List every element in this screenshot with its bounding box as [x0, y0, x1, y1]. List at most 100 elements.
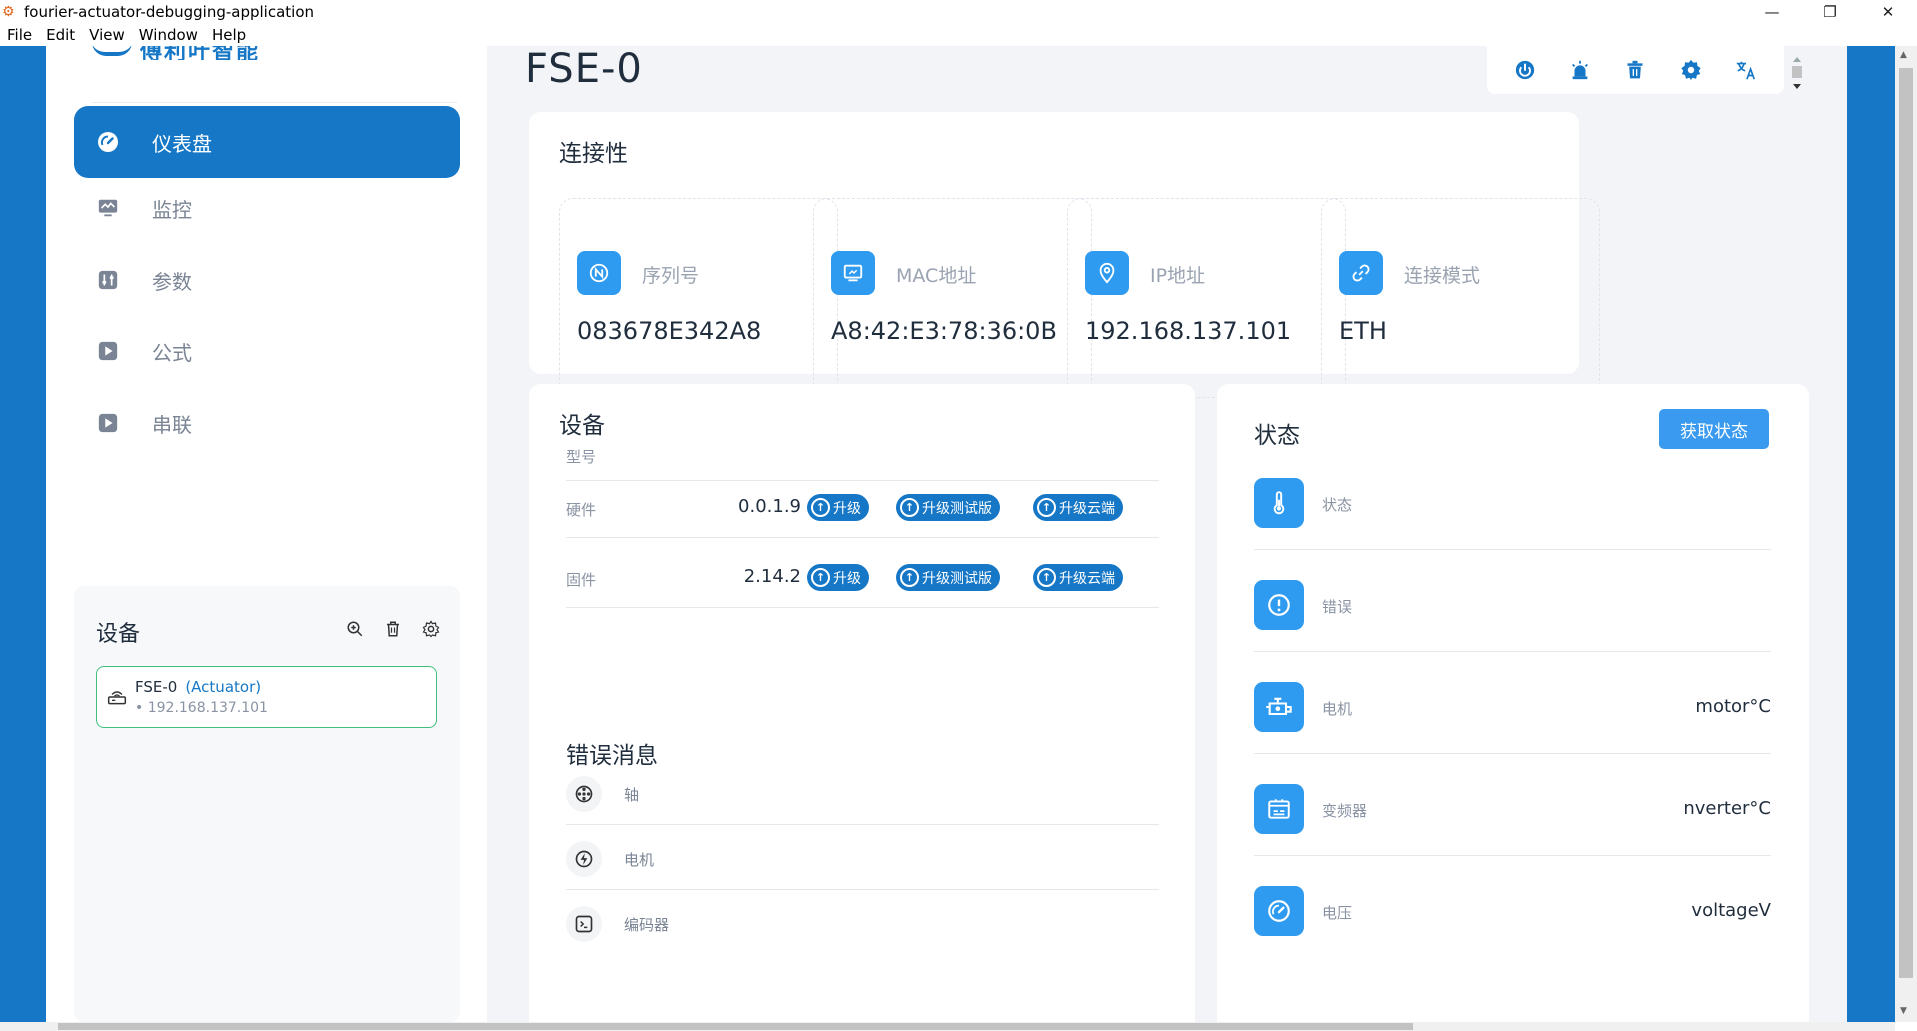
play-icon	[94, 409, 122, 437]
trash-icon[interactable]	[382, 618, 404, 640]
menu-edit[interactable]: Edit	[39, 26, 82, 44]
gauge-icon	[1254, 886, 1304, 936]
divider	[566, 537, 1159, 538]
error-item-encoder[interactable]: 编码器	[566, 904, 669, 944]
error-item-label: 电机	[624, 850, 655, 869]
scroll-up-icon[interactable]: ▲	[1900, 50, 1907, 60]
restore-button[interactable]: ❐	[1801, 0, 1859, 24]
sidebar-item-label: 串联	[152, 412, 192, 437]
device-card: 设备 型号 硬件 0.0.1.9 ↑ 升级 ↑ 升级测试版 ↑ 升级云端 固件 2.1…	[529, 384, 1195, 1022]
zoom-search-icon[interactable]	[344, 618, 366, 640]
model-label: 型号	[566, 448, 597, 466]
connection-mode-box: 连接模式 ETH	[1321, 198, 1600, 398]
device-list-item[interactable]: FSE-0 (Actuator) • 192.168.137.101	[96, 666, 437, 728]
devices-panel: 设备 FSE-0 (Actuator) • 192.168.137.101	[74, 586, 460, 1022]
serial-icon	[577, 251, 621, 295]
status-value: voltageV	[1691, 900, 1771, 921]
sidebar-divider	[92, 102, 457, 103]
minimize-button[interactable]: —	[1743, 0, 1801, 24]
sidebar-item-monitor[interactable]: 监控	[74, 172, 460, 244]
sidebar-item-series[interactable]: 串联	[74, 387, 460, 459]
scrollbar-thumb[interactable]	[58, 1023, 1413, 1030]
gear-icon[interactable]	[420, 618, 442, 640]
upload-arrow-icon: ↑	[1037, 498, 1056, 517]
firmware-version: 2.14.2	[743, 566, 801, 587]
router-icon	[107, 687, 129, 709]
toolbar-scrollbar[interactable]	[1790, 54, 1804, 94]
serial-number-box: 序列号 083678E342A8	[559, 198, 838, 398]
fetch-status-button[interactable]: 获取状态	[1659, 409, 1769, 449]
status-row-motor: 电机 motor°C	[1254, 672, 1771, 754]
error-item-label: 轴	[624, 785, 640, 804]
mac-address-label: MAC地址	[896, 265, 977, 287]
menu-file[interactable]: File	[0, 26, 39, 44]
divider	[1254, 855, 1771, 856]
ip-address-label: IP地址	[1150, 265, 1206, 287]
firmware-label: 固件	[566, 571, 597, 589]
sidebar-item-parameters[interactable]: 参数	[74, 244, 460, 316]
status-row-error: 错误	[1254, 570, 1771, 652]
horizontal-scrollbar[interactable]	[0, 1022, 1895, 1031]
close-button[interactable]: ✕	[1859, 0, 1917, 24]
top-toolbar	[1487, 46, 1784, 94]
divider	[566, 889, 1159, 890]
error-item-label: 编码器	[624, 915, 670, 934]
alarm-icon[interactable]	[1567, 57, 1593, 83]
dashboard-icon	[94, 128, 122, 156]
divider	[1254, 753, 1771, 754]
menu-help[interactable]: Help	[205, 26, 253, 44]
monitor-icon	[94, 194, 122, 222]
menu-view[interactable]: View	[82, 26, 132, 44]
power-icon[interactable]	[1512, 57, 1538, 83]
divider	[1254, 549, 1771, 550]
serial-number-label: 序列号	[642, 265, 700, 287]
firmware-upgrade-beta-button[interactable]: ↑ 升级测试版	[896, 564, 1000, 591]
inverter-icon	[1254, 784, 1304, 834]
hardware-upgrade-beta-button[interactable]: ↑ 升级测试版	[896, 494, 1000, 521]
app-logo-icon: ⚙	[2, 4, 15, 20]
status-value: motor°C	[1695, 696, 1771, 717]
app-frame-left	[0, 46, 46, 1022]
status-row-voltage: 电压 voltageV	[1254, 876, 1771, 958]
parameters-icon	[94, 266, 122, 294]
upload-arrow-icon: ↑	[811, 568, 830, 587]
error-item-motor[interactable]: 电机	[566, 839, 654, 879]
error-item-axis[interactable]: 轴	[566, 774, 639, 814]
status-label: 状态	[1322, 496, 1353, 514]
status-row-inverter: 变频器 nverter°C	[1254, 774, 1771, 856]
devices-panel-title: 设备	[96, 622, 141, 647]
location-icon	[1085, 251, 1129, 295]
connection-mode-value: ETH	[1339, 317, 1387, 345]
sidebar: 傅利叶智能 仪表盘 监控 参数 公式 串联 设备 FSE-0 (Actuator…	[46, 46, 487, 1022]
menu-window[interactable]: Window	[132, 26, 205, 44]
scrollbar-thumb[interactable]	[1899, 68, 1913, 978]
divider	[566, 607, 1159, 608]
devices-toolbar	[344, 618, 442, 640]
firmware-upgrade-button[interactable]: ↑ 升级	[807, 564, 869, 591]
device-name: FSE-0 (Actuator)	[135, 678, 262, 696]
ip-address-value: 192.168.137.101	[1085, 317, 1292, 345]
status-value: nverter°C	[1683, 798, 1771, 819]
lightning-icon	[566, 841, 602, 877]
status-label: 电压	[1322, 904, 1353, 922]
status-row-state: 状态	[1254, 468, 1771, 550]
divider	[566, 480, 1159, 481]
window-titlebar: ⚙ fourier-actuator-debugging-application…	[0, 0, 1917, 24]
scroll-down-icon[interactable]: ▼	[1900, 1006, 1907, 1016]
status-label: 变频器	[1322, 802, 1368, 820]
settings-icon[interactable]	[1678, 57, 1704, 83]
translate-icon[interactable]	[1733, 57, 1759, 83]
sidebar-item-formula[interactable]: 公式	[74, 315, 460, 387]
hardware-label: 硬件	[566, 501, 597, 519]
hardware-upgrade-button[interactable]: ↑ 升级	[807, 494, 869, 521]
upload-arrow-icon: ↑	[900, 498, 919, 517]
hardware-upgrade-cloud-button[interactable]: ↑ 升级云端	[1033, 494, 1123, 521]
vertical-scrollbar[interactable]: ▲ ▼	[1895, 46, 1917, 1022]
mac-icon	[831, 251, 875, 295]
firmware-upgrade-cloud-button[interactable]: ↑ 升级云端	[1033, 564, 1123, 591]
sidebar-item-label: 仪表盘	[152, 131, 212, 156]
trash-icon[interactable]	[1622, 57, 1648, 83]
play-icon	[94, 337, 122, 365]
sidebar-item-dashboard[interactable]: 仪表盘	[74, 106, 460, 178]
page-title: FSE-0	[525, 46, 643, 92]
